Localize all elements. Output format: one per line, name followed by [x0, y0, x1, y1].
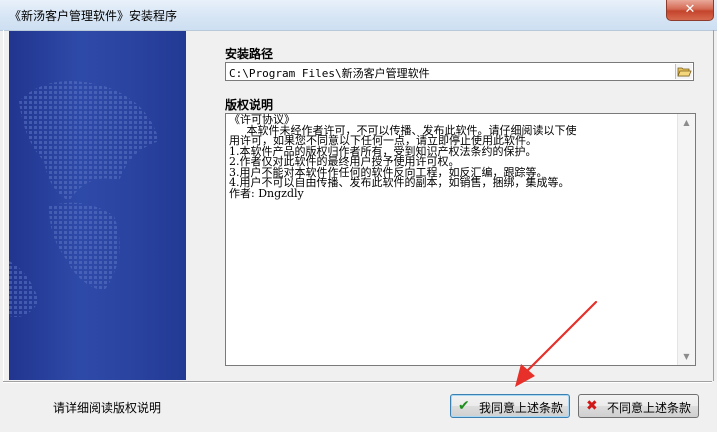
license-scrollbar[interactable]: ▲ ▼ — [677, 114, 695, 365]
browse-button[interactable] — [675, 64, 692, 79]
close-icon: ✕ — [684, 2, 696, 17]
title-bar: 《新汤客户管理软件》安装程序 ✕ — [0, 0, 717, 31]
license-line: 作者: Dngzdly — [229, 186, 304, 200]
install-path-value: C:\Program Files\新汤客户管理软件 — [229, 67, 430, 80]
install-path-label: 安装路径 — [225, 47, 274, 61]
license-text: 《许可协议》 本软件未经作者许可，不可以传播、发布此软件。请仔细阅读以下使 用许… — [229, 114, 679, 200]
disagree-button[interactable]: ✖ 不同意上述条款 — [578, 394, 699, 418]
footer-hint: 请详细阅读版权说明 — [53, 401, 162, 415]
agree-button[interactable]: ✔ 我同意上述条款 — [450, 394, 570, 418]
globe-graphic — [9, 81, 159, 317]
scroll-up-icon[interactable]: ▲ — [678, 114, 695, 131]
folder-open-icon — [677, 67, 692, 77]
scroll-down-icon[interactable]: ▼ — [678, 348, 695, 365]
window-title: 《新汤客户管理软件》安装程序 — [9, 9, 178, 23]
disagree-button-label: 不同意上述条款 — [607, 401, 692, 415]
side-banner — [9, 31, 186, 380]
footer-divider — [3, 381, 712, 383]
x-icon: ✖ — [586, 398, 598, 414]
check-icon: ✔ — [458, 398, 470, 414]
close-button[interactable]: ✕ — [666, 0, 714, 21]
install-path-input[interactable]: C:\Program Files\新汤客户管理软件 — [225, 62, 694, 81]
license-textarea[interactable]: 《许可协议》 本软件未经作者许可，不可以传播、发布此软件。请仔细阅读以下使 用许… — [225, 113, 696, 366]
agree-button-label: 我同意上述条款 — [479, 401, 564, 415]
license-label: 版权说明 — [225, 98, 274, 112]
